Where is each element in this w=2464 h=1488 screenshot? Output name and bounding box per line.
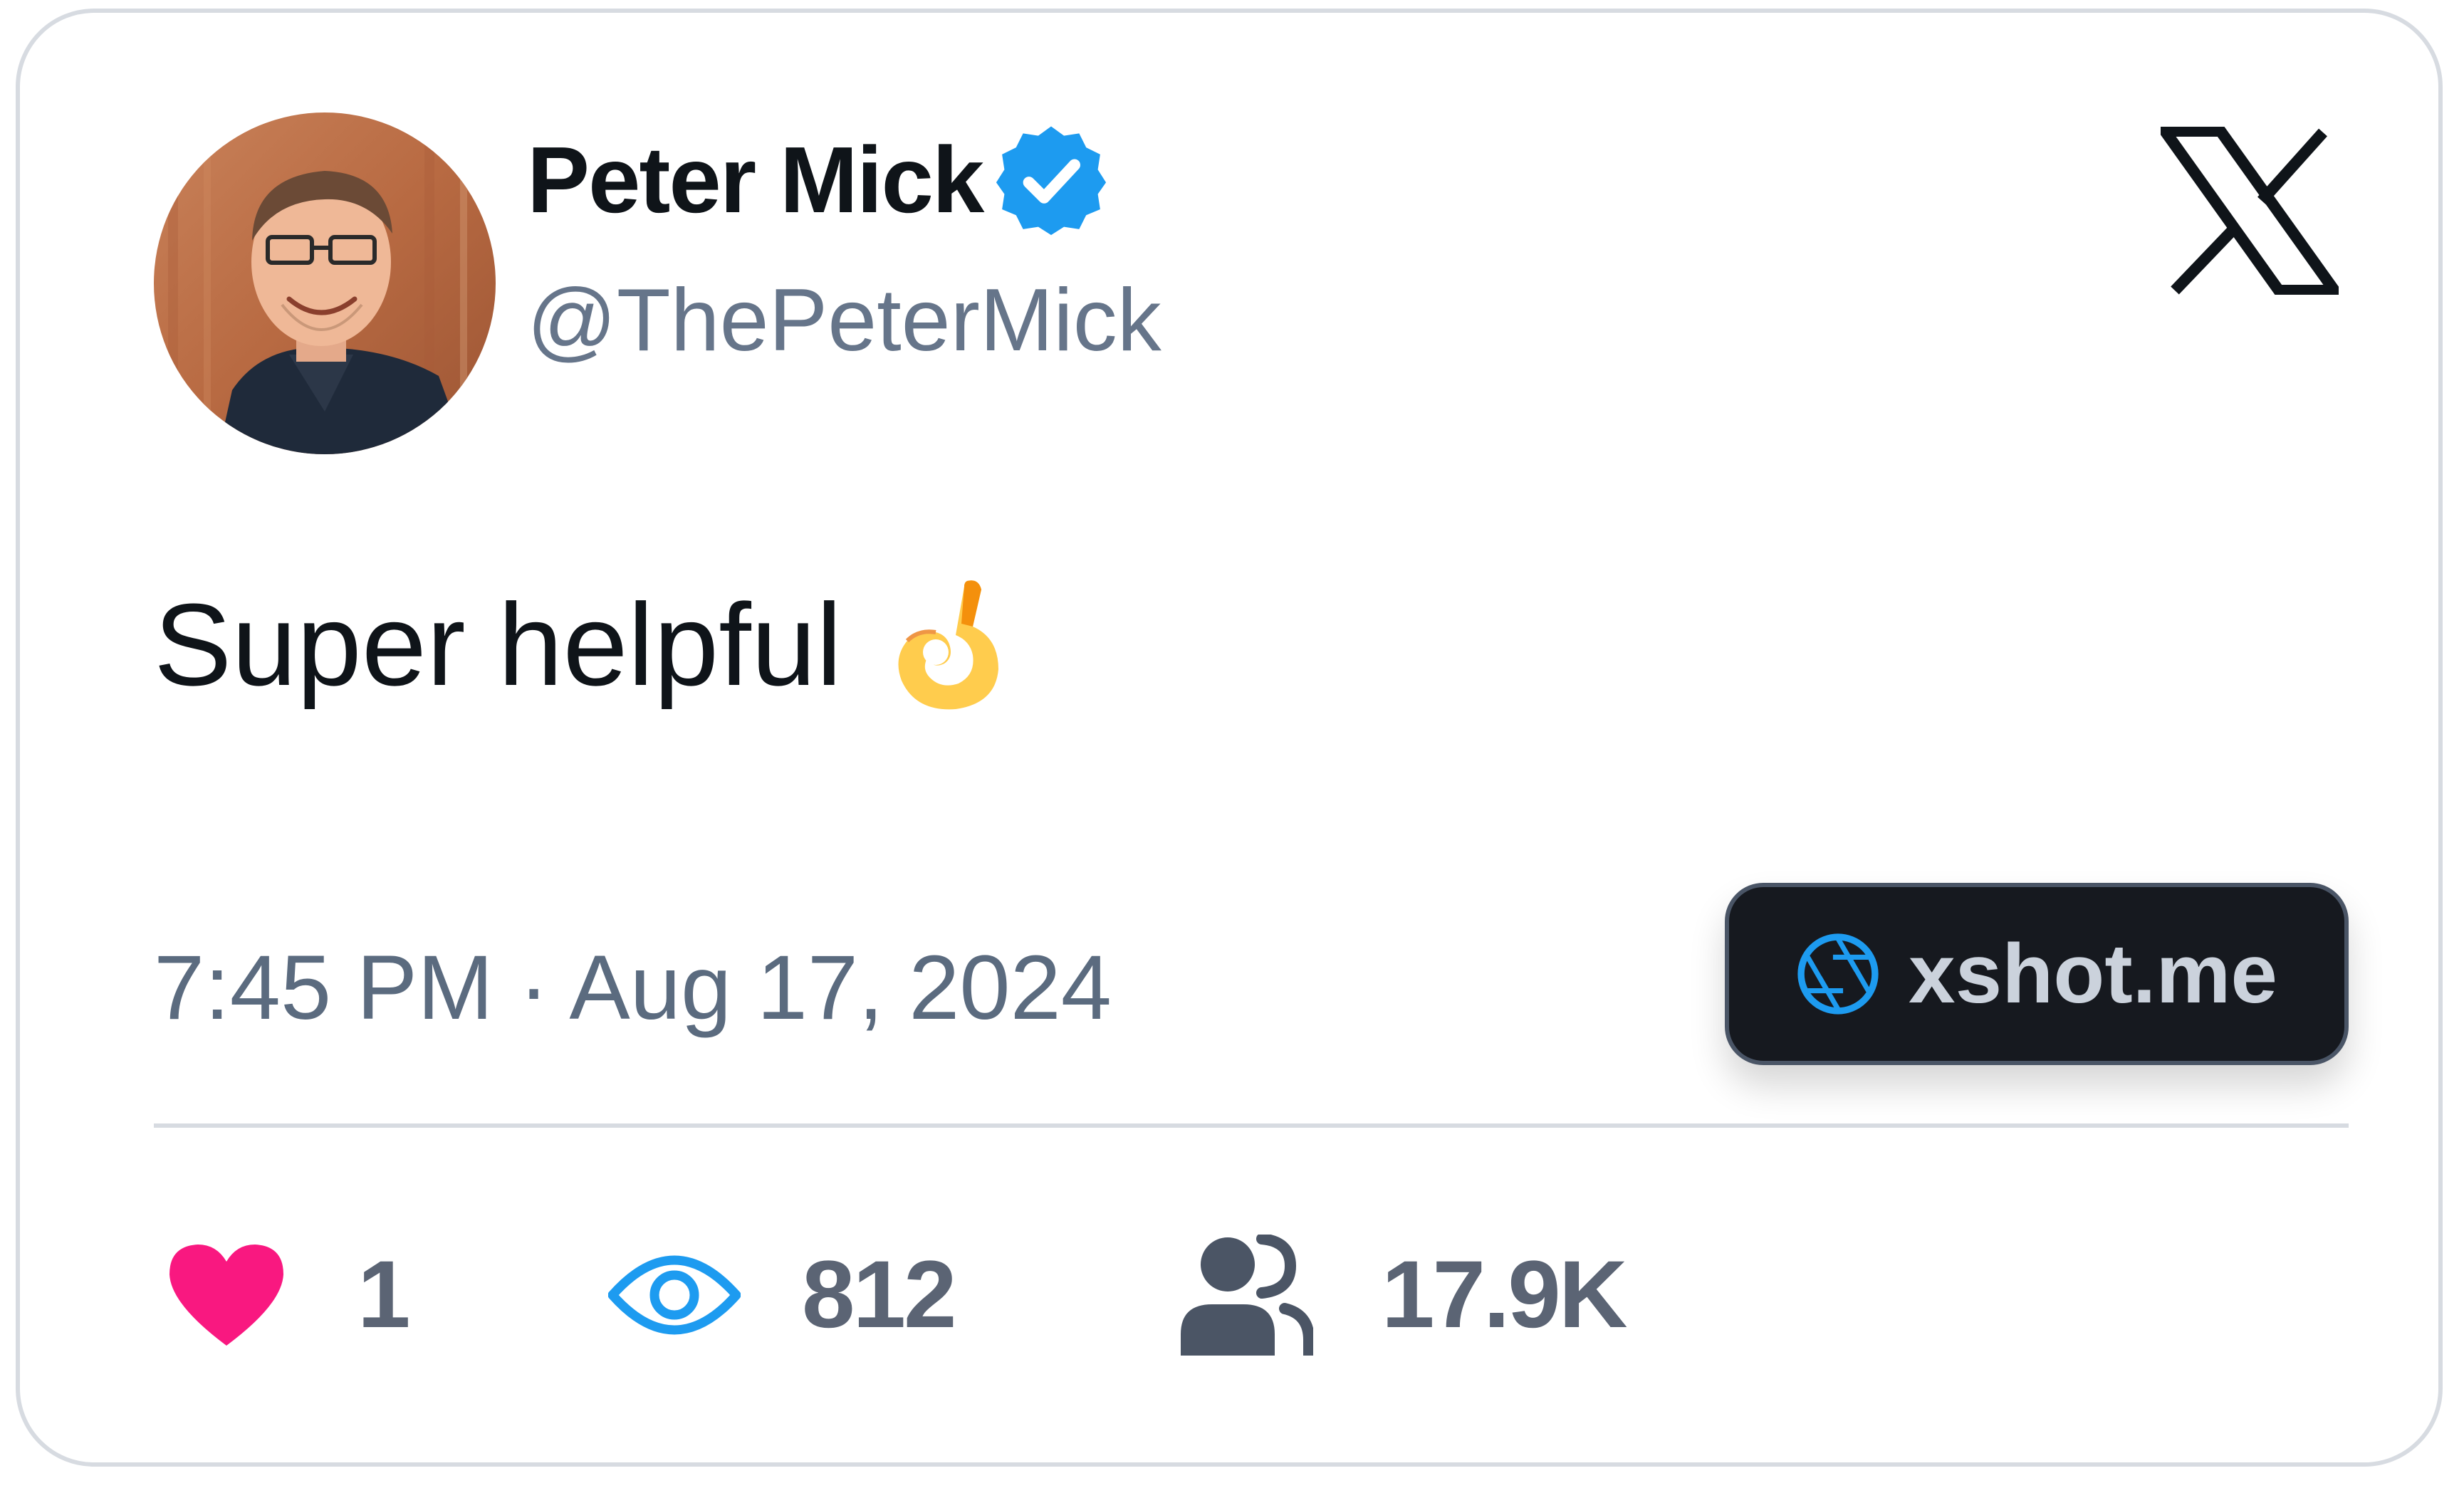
- xshot-badge[interactable]: xshot.me: [1725, 883, 2349, 1065]
- tweet-timestamp[interactable]: 7:45 PM · Aug 17, 2024: [154, 943, 1112, 1034]
- stat-views[interactable]: 812: [608, 1235, 957, 1356]
- camera-aperture-icon: [1797, 933, 1879, 1015]
- eye-icon: [608, 1255, 741, 1335]
- verified-badge-icon: [996, 126, 1107, 236]
- stat-followers[interactable]: 17.9K: [1178, 1235, 1628, 1356]
- likes-count: 1: [357, 1242, 411, 1348]
- profile-photo: [154, 112, 496, 454]
- avatar[interactable]: [154, 112, 496, 454]
- views-count: 812: [802, 1242, 957, 1348]
- followers-count: 17.9K: [1382, 1242, 1628, 1348]
- stat-likes[interactable]: 1: [167, 1235, 411, 1356]
- tweet-text: Super helpful: [154, 575, 1013, 715]
- users-icon: [1181, 1235, 1313, 1356]
- divider: [154, 1123, 2349, 1128]
- x-logo-icon[interactable]: [2161, 127, 2339, 295]
- author-display-name[interactable]: Peter Mick: [527, 133, 984, 227]
- author-handle[interactable]: @ThePeterMick: [527, 276, 1161, 365]
- badge-label: xshot.me: [1908, 927, 2278, 1021]
- tweet-text-content: Super helpful: [154, 580, 842, 710]
- heart-icon: [169, 1245, 283, 1346]
- tweet-card: Peter Mick @ThePeterMick Super helpful 7…: [16, 9, 2443, 1467]
- ok-hand-emoji-icon: [898, 580, 999, 710]
- author-name-row: Peter Mick: [527, 126, 1110, 236]
